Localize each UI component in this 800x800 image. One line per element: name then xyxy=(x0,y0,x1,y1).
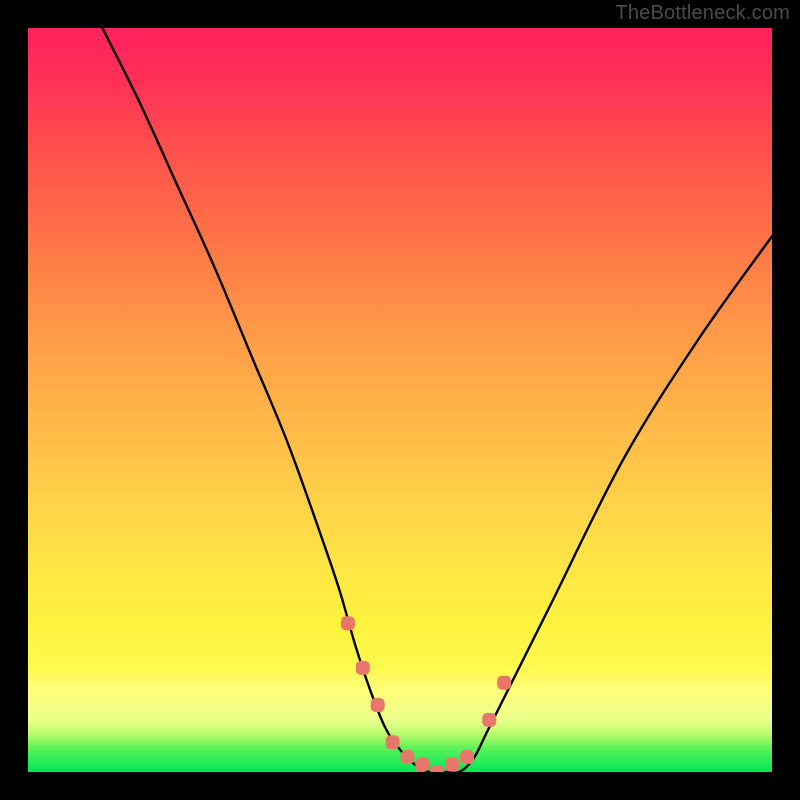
curve-marker xyxy=(371,698,385,712)
curve-marker xyxy=(430,765,444,772)
plot-area xyxy=(28,28,772,772)
curve-marker xyxy=(497,676,511,690)
curve-marker xyxy=(482,713,496,727)
curve-marker xyxy=(415,758,429,772)
curve-marker xyxy=(341,616,355,630)
curve-marker xyxy=(460,750,474,764)
curve-marker xyxy=(445,758,459,772)
curve-marker xyxy=(356,661,370,675)
curve-marker xyxy=(400,750,414,764)
outer-frame: TheBottleneck.com xyxy=(0,0,800,800)
curve-marker xyxy=(386,735,400,749)
bottleneck-curve xyxy=(28,28,772,772)
watermark-text: TheBottleneck.com xyxy=(615,2,790,25)
